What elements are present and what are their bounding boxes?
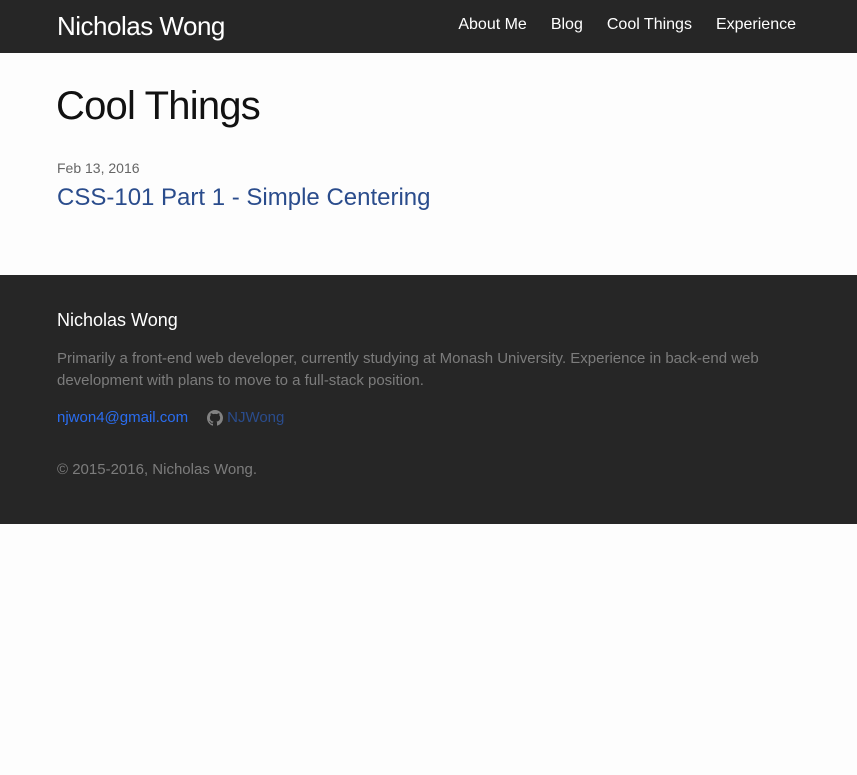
post-date: Feb 13, 2016 <box>57 160 140 176</box>
nav-link-blog[interactable]: Blog <box>551 15 583 35</box>
footer-description: Primarily a front-end web developer, cur… <box>57 350 759 389</box>
nav-link-experience[interactable]: Experience <box>716 15 796 35</box>
site-title-link[interactable]: Nicholas Wong <box>57 10 225 42</box>
page-title: Cool Things <box>56 84 261 128</box>
post-title-link[interactable]: CSS-101 Part 1 - Simple Centering <box>57 183 431 213</box>
site-footer: Nicholas Wong Primarily a front-end web … <box>0 275 857 524</box>
footer-heading: Nicholas Wong <box>57 310 178 330</box>
github-username: NJWong <box>227 409 285 426</box>
footer-contact-links: njwon4@gmail.com NJWong <box>57 408 284 428</box>
email-link[interactable]: njwon4@gmail.com <box>57 408 188 428</box>
page: Nicholas Wong About Me Blog Cool Things … <box>0 0 857 775</box>
nav-link-cool-things[interactable]: Cool Things <box>607 15 692 35</box>
main-nav: About Me Blog Cool Things Experience <box>458 15 796 35</box>
nav-link-about-me[interactable]: About Me <box>458 15 526 35</box>
copyright-text: © 2015-2016, Nicholas Wong. <box>57 461 258 478</box>
site-header: Nicholas Wong About Me Blog Cool Things … <box>0 0 857 53</box>
github-link[interactable]: NJWong <box>207 408 284 428</box>
github-icon <box>207 410 224 426</box>
